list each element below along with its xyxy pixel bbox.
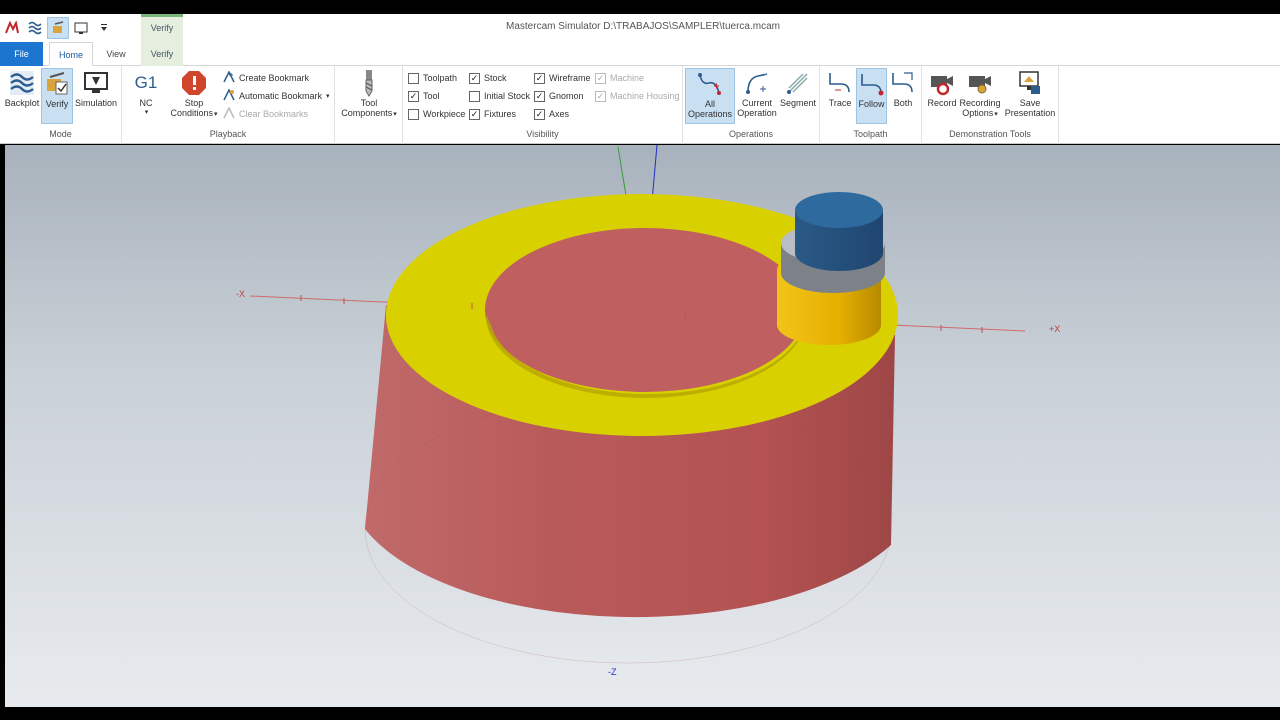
create-bookmark-button[interactable]: Create Bookmark	[223, 70, 309, 86]
demonstration-tools-group: Record Recording Options▾ Save Presentat…	[922, 66, 1059, 144]
ribbon-tab-row: File Home View Verify	[0, 42, 1280, 66]
gnomon-check: ✓	[534, 90, 545, 102]
chevron-down-icon: ▾	[326, 93, 330, 100]
chevron-down-icon: ▾	[393, 111, 397, 118]
chevron-down-icon: ▾	[214, 111, 218, 118]
trace-button[interactable]: Trace	[824, 68, 856, 124]
title-bar: Verify Mastercam Simulator D:\TRABAJOS\S…	[0, 14, 1280, 42]
segment-button[interactable]: Segment	[779, 68, 817, 124]
bookmark-add-icon	[223, 70, 235, 85]
mode-group-label: Mode	[49, 129, 72, 139]
save-presentation-button[interactable]: Save Presentation	[1003, 68, 1057, 124]
tool-holder-top	[795, 192, 883, 228]
operations-group: All Operations Current Operation Segment…	[683, 66, 820, 144]
stock-check: ✓	[469, 72, 480, 84]
segment-icon	[779, 68, 817, 98]
axis-label-plus-x: +X	[1049, 324, 1061, 334]
record-button[interactable]: Record	[925, 68, 959, 124]
tab-file[interactable]: File	[0, 42, 43, 66]
current-operation-icon	[736, 68, 778, 98]
tab-view[interactable]: View	[96, 42, 136, 66]
wireframe-checkbox[interactable]: ✓ Wireframe	[534, 70, 591, 86]
machine-housing-checkbox[interactable]: ✓ Machine Housing	[595, 88, 680, 104]
axes-checkbox[interactable]: ✓ Axes	[534, 106, 569, 122]
simulation-viewport[interactable]: -X +X -Z	[5, 145, 1280, 707]
trace-icon	[824, 68, 856, 98]
operations-group-label: Operations	[728, 129, 774, 139]
automatic-bookmark-button[interactable]: Automatic Bookmark ▾	[223, 88, 330, 104]
wireframe-check: ✓	[534, 72, 545, 84]
workpiece-check	[408, 108, 419, 120]
toolpath-group: Trace Follow Both Toolpath	[820, 66, 922, 144]
toolpath-checkbox[interactable]: Toolpath	[408, 70, 457, 86]
recording-options-button[interactable]: Recording Options▾	[959, 68, 1001, 124]
initial-stock-checkbox[interactable]: Initial Stock	[469, 88, 530, 104]
stop-sign-icon	[168, 68, 220, 98]
axis-label-minus-x: -X	[236, 289, 245, 299]
automatic-bookmark-icon	[223, 88, 235, 103]
simulation-scene	[249, 145, 1026, 664]
visibility-group: Toolpath ✓ Tool Workpiece ✓ Stock Initial …	[403, 66, 683, 144]
backplot-icon	[4, 68, 40, 98]
recording-options-icon	[959, 68, 1001, 98]
follow-button[interactable]: Follow	[856, 68, 887, 124]
visibility-group-label: Visibility	[526, 129, 559, 139]
pocket-floor	[485, 228, 805, 392]
axis-label-minus-z: -Z	[608, 667, 617, 677]
tool-check: ✓	[408, 90, 419, 102]
cutting-tool	[777, 192, 885, 345]
save-presentation-icon	[1003, 68, 1057, 98]
tool-components-button[interactable]: Tool Components▾	[339, 68, 399, 124]
fixtures-checkbox[interactable]: ✓ Fixtures	[469, 106, 516, 122]
window-title: Mastercam Simulator D:\TRABAJOS\SAMPLER\…	[506, 21, 780, 32]
machine-checkbox[interactable]: ✓ Machine	[595, 70, 644, 86]
all-operations-icon	[686, 69, 734, 99]
all-operations-button[interactable]: All Operations	[685, 68, 735, 124]
playback-group: G1 NC ▾ Stop Conditions▾ Create Bookmark…	[122, 66, 335, 144]
playback-group-label: Playback	[209, 129, 247, 139]
bottom-letterbox	[0, 707, 1280, 720]
record-camera-icon	[925, 68, 959, 98]
workpiece-checkbox[interactable]: Workpiece	[408, 106, 465, 122]
toolpath-group-label: Toolpath	[853, 129, 888, 139]
clear-bookmarks-icon	[223, 106, 235, 121]
current-operation-button[interactable]: Current Operation	[736, 68, 778, 124]
follow-icon	[857, 69, 886, 99]
machine-housing-check: ✓	[595, 90, 606, 102]
fixtures-check: ✓	[469, 108, 480, 120]
chevron-down-icon: ▾	[994, 111, 998, 118]
chevron-down-icon: ▾	[144, 109, 149, 116]
gnomon-checkbox[interactable]: ✓ Gnomon	[534, 88, 584, 104]
clear-bookmarks-button[interactable]: Clear Bookmarks	[223, 106, 308, 122]
verify-icon	[42, 69, 72, 99]
axes-check: ✓	[534, 108, 545, 120]
toolpath-check	[408, 72, 419, 84]
backplot-button[interactable]: Backplot	[4, 68, 40, 124]
both-icon	[888, 68, 918, 98]
ribbon: Backplot Verify Simulation Mode G1 NC ▾ …	[0, 66, 1280, 144]
verify-button[interactable]: Verify	[41, 68, 73, 124]
nc-g1-icon: G1	[134, 73, 158, 92]
simulation-icon	[74, 68, 118, 98]
top-letterbox	[0, 0, 1280, 14]
nc-button[interactable]: G1 NC ▾	[130, 68, 162, 124]
initial-stock-check	[469, 90, 480, 102]
tab-home[interactable]: Home	[49, 42, 93, 66]
demonstration-tools-group-label: Demonstration Tools	[949, 129, 1031, 139]
tool-icon	[339, 68, 399, 98]
machine-check: ✓	[595, 72, 606, 84]
stock-checkbox[interactable]: ✓ Stock	[469, 70, 507, 86]
tab-verify[interactable]: Verify	[141, 42, 183, 66]
tool-checkbox[interactable]: ✓ Tool	[408, 88, 440, 104]
both-button[interactable]: Both	[888, 68, 918, 124]
tool-components-group: Tool Components▾	[335, 66, 403, 144]
simulation-button[interactable]: Simulation	[74, 68, 118, 124]
stop-conditions-button[interactable]: Stop Conditions▾	[168, 68, 220, 124]
mode-group: Backplot Verify Simulation Mode	[0, 66, 122, 144]
